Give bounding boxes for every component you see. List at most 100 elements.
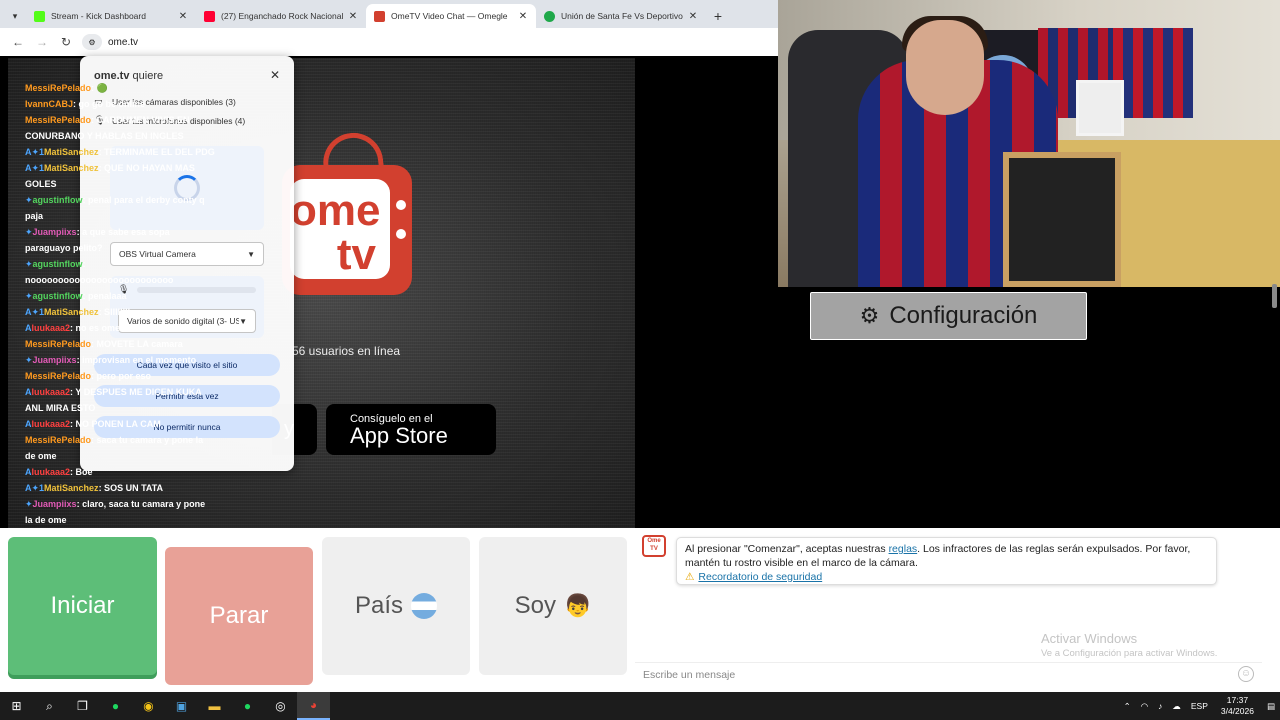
windows-start-icon[interactable]: ⊞ (0, 692, 33, 720)
tab-2[interactable]: OmeTV Video Chat — Omegle ✕ (366, 4, 536, 28)
app-store-badge[interactable]: Consíguelo en el App Store (326, 404, 496, 455)
logo-screen: ome tv (290, 179, 390, 279)
chat-badges: A✦1 (25, 163, 45, 173)
chat-message: ✦agustinflow: penalaaa (25, 288, 215, 304)
globe-icon (544, 10, 555, 22)
reload-icon[interactable]: ↻ (54, 30, 78, 54)
chat-badges: A✦1 (25, 147, 45, 157)
ometv-icon (374, 10, 385, 22)
emoji-icon[interactable]: ☺ (1238, 666, 1254, 682)
tab-0[interactable]: Stream - Kick Dashboard ✕ (26, 4, 196, 28)
chat-message: Aluukaaa2: NO PONEN LA CAM (25, 416, 215, 432)
message-input[interactable]: Escribe un mensaje ☺ (635, 662, 1262, 686)
close-tab-icon[interactable]: ✕ (178, 11, 188, 22)
address-bar[interactable]: ⚙ ome.tv (82, 32, 778, 52)
chat-username[interactable]: MatiSanchez (44, 307, 99, 317)
chat-username[interactable]: MessiRePelado (25, 371, 91, 381)
forward-icon[interactable]: → (30, 30, 54, 54)
ometv-logo: ome tv (282, 129, 412, 295)
scrollbar-thumb[interactable] (1272, 284, 1277, 308)
message-placeholder: Escribe un mensaje (643, 668, 736, 681)
obs-icon[interactable]: ◎ (264, 692, 297, 720)
onedrive-icon[interactable]: ☁ (1172, 701, 1181, 712)
close-icon[interactable]: ✕ (270, 68, 280, 82)
tab-title: OmeTV Video Chat — Omegle (391, 11, 508, 21)
chat-text: : improvisan en el momento (76, 355, 197, 365)
youtube-icon (204, 10, 215, 22)
safety-reminder-link[interactable]: Recordatorio de seguridad (698, 571, 822, 583)
chat-badges: ✦ (25, 195, 33, 205)
chat-message: A✦1MatiSanchez: SIIIIIIII (25, 304, 215, 320)
chat-username[interactable]: IvannCABJ (25, 99, 73, 109)
tab-search-icon[interactable]: ▾ (4, 4, 26, 28)
close-tab-icon[interactable]: ✕ (348, 11, 358, 22)
chat-message: IvannCABJ: go go be online (25, 96, 215, 112)
chat-text: : SOS UN TATA (98, 483, 164, 493)
chat-text: : pero por eso (91, 371, 152, 381)
chat-message: ✦Juampiixs: improvisan en el momento (25, 352, 215, 368)
app-icon-blue[interactable]: ▣ (165, 692, 198, 720)
country-button[interactable]: País (322, 537, 470, 675)
jersey-red-blue-2 (1113, 28, 1193, 118)
search-icon[interactable]: ⌕ (33, 692, 66, 720)
site-settings-icon[interactable]: ⚙ (82, 34, 102, 50)
chat-text: : MOVETE LA camara (91, 339, 183, 349)
chat-username[interactable]: MessiRePelado (25, 83, 91, 93)
chrome-icon[interactable]: ◕ (297, 692, 330, 720)
boy-face-icon: 👦 (563, 593, 592, 618)
spotify-icon[interactable]: ● (99, 692, 132, 720)
chat-username[interactable]: agustinflow (33, 291, 83, 301)
tab-title: Stream - Kick Dashboard (51, 11, 146, 21)
chat-username[interactable]: luukaaa2 (32, 323, 71, 333)
chat-username[interactable]: luukaaa2 (32, 467, 71, 477)
chat-username[interactable]: Juampiixs (33, 355, 77, 365)
rules-link[interactable]: reglas (889, 543, 918, 555)
chat-username[interactable]: MessiRePelado (25, 115, 91, 125)
notice-text-before: Al presionar "Comenzar", aceptas nuestra… (685, 543, 889, 555)
chevron-up-icon[interactable]: ⌃ (1124, 701, 1131, 712)
chat-username[interactable]: agustinflow (33, 259, 83, 269)
chat-message: Aluukaaa2: Y DESPUES ME DICEN KUKA ANL M… (25, 384, 215, 416)
activate-title: Activar Windows (1041, 631, 1138, 646)
clock[interactable]: 17:37 3/4/2026 (1221, 695, 1254, 717)
chat-username[interactable]: MessiRePelado (25, 339, 91, 349)
chat-username[interactable]: MessiRePelado (25, 435, 91, 445)
language-indicator[interactable]: ESP (1191, 701, 1208, 711)
chat-username[interactable]: Juampiixs (33, 227, 77, 237)
plus-icon[interactable]: + (706, 4, 730, 28)
chat-text: : NO PONEN LA CAM (70, 419, 161, 429)
activate-subtitle: Ve a Configuración para activar Windows. (1041, 648, 1218, 659)
app-icon[interactable]: ◉ (132, 692, 165, 720)
tab-3[interactable]: Unión de Santa Fe Vs Deportivo ✕ (536, 4, 706, 28)
chat-message: A✦1MatiSanchez: QUE NO HAYAN MAS GOLES (25, 160, 215, 192)
chat-username[interactable]: agustinflow (33, 195, 83, 205)
close-tab-icon[interactable]: ✕ (518, 11, 528, 22)
kick-icon (34, 10, 45, 22)
spotify-icon[interactable]: ● (231, 692, 264, 720)
chat-badges: ✦ (25, 259, 33, 269)
file-explorer-icon[interactable]: ▬ (198, 692, 231, 720)
chat-text: : SIIIIIIII (98, 307, 131, 317)
chat-text: : 🟢 (91, 83, 108, 93)
stream-chat-overlay: MessiRePelado: 🟢 IvannCABJ: go go be onli… (25, 80, 215, 590)
chat-username[interactable]: MatiSanchez (44, 163, 99, 173)
volume-icon[interactable]: ♪ (1158, 701, 1162, 711)
browser-toolbar: ← → ↻ ⚙ ome.tv (0, 28, 778, 56)
gender-button[interactable]: Soy 👦 (479, 537, 627, 675)
chat-username[interactable]: Juampiixs (33, 499, 77, 509)
chat-badges: A✦1 (25, 483, 45, 493)
close-tab-icon[interactable]: ✕ (688, 11, 698, 22)
back-icon[interactable]: ← (6, 30, 30, 54)
chat-username[interactable]: MatiSanchez (44, 147, 99, 157)
tab-title: Unión de Santa Fe Vs Deportivo (561, 11, 683, 21)
notification-icon[interactable]: ▤ (1267, 701, 1275, 712)
chat-message: ✦Juampiixs: claro, saca tu camara y pone… (25, 496, 215, 528)
task-view-icon[interactable]: ❐ (66, 692, 99, 720)
chat-username[interactable]: MatiSanchez (44, 483, 99, 493)
chat-text: : no es ome es erome (70, 323, 163, 333)
chat-username[interactable]: luukaaa2 (32, 387, 71, 397)
tab-1[interactable]: (27) Enganchado Rock Nacional ✕ (196, 4, 366, 28)
chat-username[interactable]: luukaaa2 (32, 419, 71, 429)
network-icon[interactable]: ◠ (1141, 701, 1148, 712)
settings-button[interactable]: ⚙ Configuración (810, 292, 1087, 340)
